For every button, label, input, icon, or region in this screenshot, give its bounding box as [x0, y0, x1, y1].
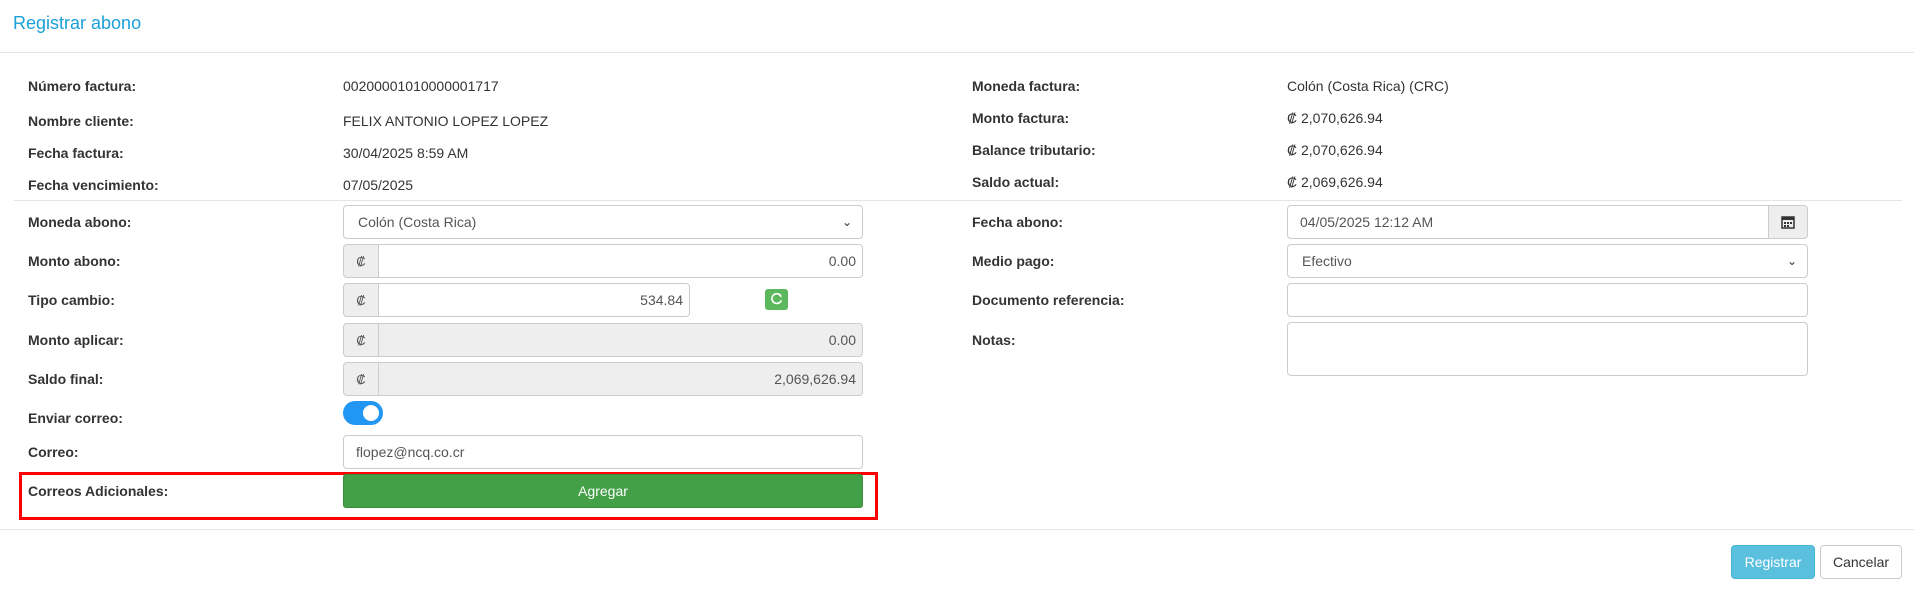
- currency-symbol: ₡: [343, 283, 378, 317]
- saldo-final-label: Saldo final:: [28, 371, 104, 387]
- tipo-cambio-input[interactable]: 534.84: [378, 283, 690, 317]
- currency-symbol: ₡: [343, 323, 378, 357]
- medio-pago-label: Medio pago:: [972, 253, 1055, 269]
- tipo-cambio-group: ₡ 534.84: [343, 283, 690, 317]
- fecha-vencimiento-value: 07/05/2025: [343, 177, 414, 193]
- monto-factura-value: ₡ 2,070,626.94: [1287, 110, 1383, 126]
- balance-tributario-value: ₡ 2,070,626.94: [1287, 142, 1383, 158]
- toggle-knob: [363, 405, 379, 421]
- fecha-vencimiento-label: Fecha vencimiento:: [28, 177, 159, 193]
- tipo-cambio-label: Tipo cambio:: [28, 292, 115, 308]
- medio-pago-selected: Efectivo: [1302, 253, 1352, 269]
- moneda-abono-select[interactable]: Colón (Costa Rica) ⌄: [343, 205, 863, 239]
- fecha-factura-label: Fecha factura:: [28, 145, 124, 161]
- monto-aplicar-label: Monto aplicar:: [28, 332, 124, 348]
- nombre-cliente-value: FELIX ANTONIO LOPEZ LOPEZ: [343, 113, 549, 129]
- medio-pago-select[interactable]: Efectivo ⌄: [1287, 244, 1808, 278]
- notas-label: Notas:: [972, 332, 1016, 348]
- currency-symbol: ₡: [343, 244, 378, 278]
- saldo-final-group: ₡ 2,069,626.94: [343, 362, 863, 396]
- saldo-final-input: 2,069,626.94: [378, 362, 863, 396]
- footer-divider: [0, 529, 1914, 530]
- enviar-correo-label: Enviar correo:: [28, 410, 123, 426]
- numero-factura-label: Número factura:: [28, 78, 137, 94]
- chevron-down-icon: ⌄: [1786, 254, 1797, 268]
- numero-factura-value: 00200001010000001717: [343, 78, 499, 94]
- enviar-correo-toggle[interactable]: [343, 401, 383, 425]
- monto-aplicar-input: 0.00: [378, 323, 863, 357]
- monto-abono-group: ₡ 0.00: [343, 244, 863, 278]
- monto-abono-label: Monto abono:: [28, 253, 121, 269]
- saldo-actual-label: Saldo actual:: [972, 174, 1060, 190]
- chevron-down-icon: ⌄: [841, 215, 852, 229]
- moneda-factura-label: Moneda factura:: [972, 78, 1081, 94]
- fecha-factura-value: 30/04/2025 8:59 AM: [343, 145, 469, 161]
- registrar-button[interactable]: Registrar: [1731, 545, 1815, 579]
- moneda-factura-value: Colón (Costa Rica) (CRC): [1287, 78, 1449, 94]
- section-divider: [14, 200, 1902, 201]
- monto-abono-input[interactable]: 0.00: [378, 244, 863, 278]
- documento-referencia-input[interactable]: [1287, 283, 1808, 317]
- currency-symbol: ₡: [343, 362, 378, 396]
- cancelar-button[interactable]: Cancelar: [1820, 545, 1902, 579]
- correo-input[interactable]: flopez@ncq.co.cr: [343, 435, 863, 469]
- moneda-abono-label: Moneda abono:: [28, 214, 132, 230]
- calendar-icon[interactable]: [1768, 205, 1808, 239]
- dialog-title: Registrar abono: [13, 13, 142, 33]
- correo-label: Correo:: [28, 444, 79, 460]
- nombre-cliente-label: Nombre cliente:: [28, 113, 134, 129]
- fecha-abono-label: Fecha abono:: [972, 214, 1064, 230]
- balance-tributario-label: Balance tributario:: [972, 142, 1096, 158]
- correos-adicionales-label: Correos Adicionales:: [28, 483, 169, 499]
- monto-aplicar-group: ₡ 0.00: [343, 323, 863, 357]
- moneda-abono-selected: Colón (Costa Rica): [358, 214, 477, 230]
- dialog-header: Registrar abono: [0, 0, 1914, 53]
- monto-factura-label: Monto factura:: [972, 110, 1070, 126]
- refresh-icon[interactable]: [765, 289, 788, 310]
- documento-referencia-label: Documento referencia:: [972, 292, 1125, 308]
- fecha-abono-input[interactable]: 04/05/2025 12:12 AM: [1287, 205, 1769, 239]
- agregar-button[interactable]: Agregar: [343, 474, 863, 508]
- notas-textarea[interactable]: [1287, 322, 1808, 376]
- saldo-actual-value: ₡ 2,069,626.94: [1287, 174, 1383, 190]
